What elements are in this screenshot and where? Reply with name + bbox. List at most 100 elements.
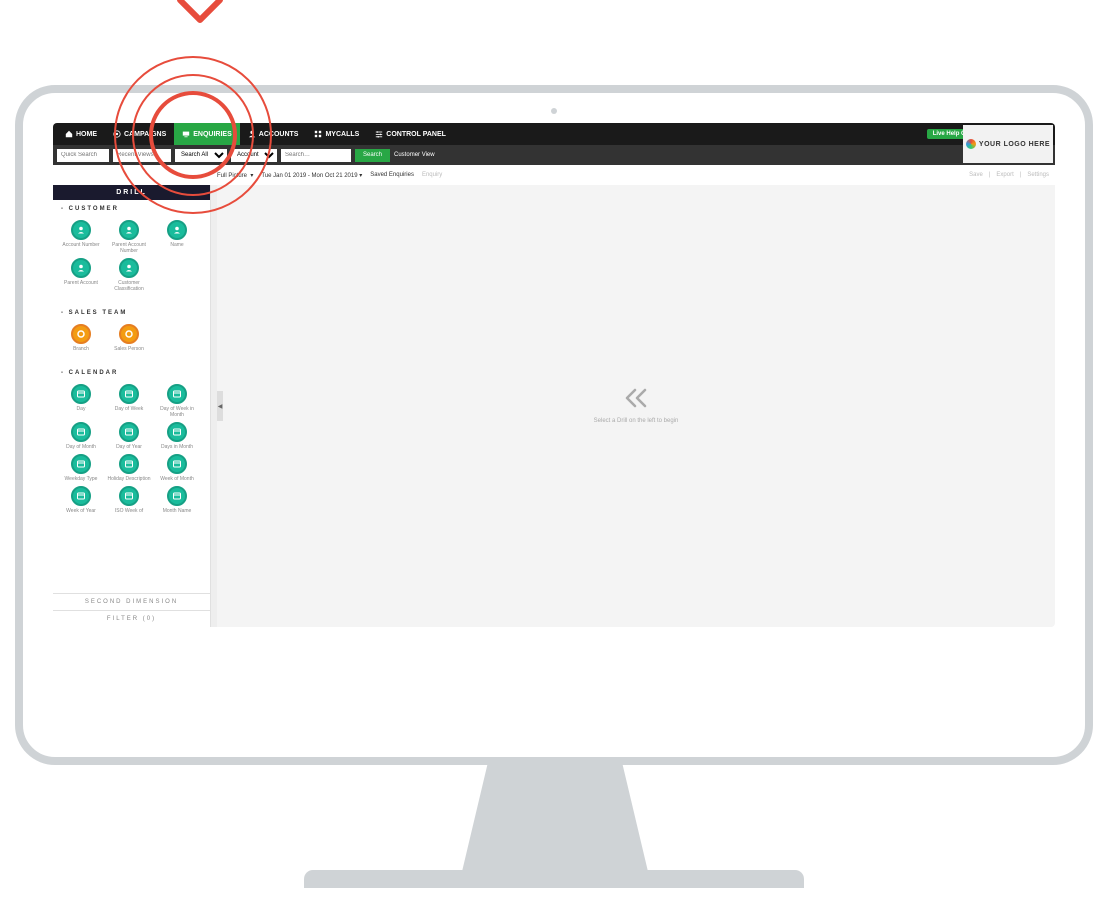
placeholder-text: Select a Drill on the left to begin: [594, 418, 679, 424]
person-icon: [119, 220, 139, 240]
filter-button[interactable]: FILTER (0): [53, 610, 210, 627]
nav-control-panel[interactable]: CONTROL PANEL: [367, 123, 454, 145]
drill-item[interactable]: Weekday Type: [57, 454, 105, 482]
sidebar-body[interactable]: CUSTOMERAccount NumberParent Account Num…: [53, 200, 210, 593]
drill-item[interactable]: Day of Month: [57, 422, 105, 450]
section-head[interactable]: CUSTOMER: [53, 200, 210, 218]
drill-label: Account Number: [57, 242, 105, 248]
drill-item[interactable]: Week of Month: [153, 454, 201, 482]
search-all-select[interactable]: Search All: [175, 149, 227, 162]
drill-label: Sales Person: [105, 346, 153, 352]
drill-item[interactable]: Sales Person: [105, 324, 153, 352]
drill-label: ISO Week of: [105, 508, 153, 514]
quick-search-input[interactable]: [57, 149, 109, 162]
monitor-frame: HOME CAMPAIGNS ENQUIRIES ACCOUNTS MYCALL…: [15, 85, 1093, 765]
drill-label: Week of Year: [57, 508, 105, 514]
drill-item[interactable]: Day of Week in Month: [153, 384, 201, 418]
calendar-icon: [71, 454, 91, 474]
calendar-icon: [119, 422, 139, 442]
drill-label: Holiday Description: [105, 476, 153, 482]
drill-item[interactable]: Parent Account Number: [105, 220, 153, 254]
person-icon: [248, 130, 256, 138]
collapse-sidebar-handle[interactable]: ◀: [217, 391, 223, 421]
nav-mycalls[interactable]: MYCALLS: [306, 123, 367, 145]
calendar-icon: [71, 486, 91, 506]
search-bar: Search All Account Search Customer View: [53, 145, 1055, 165]
drill-item[interactable]: Day of Year: [105, 422, 153, 450]
nav-label: MYCALLS: [325, 131, 359, 138]
drill-label: Day of Year: [105, 444, 153, 450]
sub-toolbar: Full Picture ▾ Tue Jan 01 2019 - Mon Oct…: [53, 165, 1055, 185]
logo-swirl-icon: [966, 139, 976, 149]
account-select[interactable]: Account: [231, 149, 277, 162]
enquiry-label: Enquiry: [422, 172, 442, 178]
person-icon: [119, 258, 139, 278]
calendar-icon: [167, 384, 187, 404]
sidebar-header: DRILL: [53, 185, 210, 200]
calendar-icon: [167, 486, 187, 506]
drill-item[interactable]: Branch: [57, 324, 105, 352]
drill-label: Parent Account: [57, 280, 105, 286]
drill-label: Week of Month: [153, 476, 201, 482]
recent-views-input[interactable]: [113, 149, 171, 162]
drill-item[interactable]: Customer Classification: [105, 258, 153, 292]
nav-enquiries[interactable]: ENQUIRIES: [174, 123, 240, 145]
save-link[interactable]: Save: [969, 172, 983, 178]
drill-item[interactable]: Holiday Description: [105, 454, 153, 482]
drill-item[interactable]: Days in Month: [153, 422, 201, 450]
drill-item[interactable]: Name: [153, 220, 201, 254]
full-picture-select[interactable]: Full Picture ▾: [217, 172, 253, 179]
nav-home[interactable]: HOME: [57, 123, 105, 145]
calendar-icon: [167, 422, 187, 442]
target-icon: [113, 130, 121, 138]
drill-item[interactable]: Day: [57, 384, 105, 418]
drill-item[interactable]: ISO Week of: [105, 486, 153, 514]
second-dimension-button[interactable]: SECOND DIMENSION: [53, 593, 210, 610]
nav-label: ENQUIRIES: [193, 131, 232, 138]
screen-content: HOME CAMPAIGNS ENQUIRIES ACCOUNTS MYCALL…: [53, 123, 1055, 627]
drill-label: Days in Month: [153, 444, 201, 450]
content-area: DRILL CUSTOMERAccount NumberParent Accou…: [53, 185, 1055, 627]
section-head[interactable]: CALENDAR: [53, 364, 210, 382]
section-head[interactable]: SALES TEAM: [53, 304, 210, 322]
nav-accounts[interactable]: ACCOUNTS: [240, 123, 307, 145]
person-icon: [71, 220, 91, 240]
drill-label: Customer Classification: [105, 280, 153, 292]
drill-sidebar: DRILL CUSTOMERAccount NumberParent Accou…: [53, 185, 211, 627]
date-range-select[interactable]: Tue Jan 01 2019 - Mon Oct 21 2019 ▾: [261, 172, 362, 179]
camera-dot: [551, 108, 557, 114]
nav-campaigns[interactable]: CAMPAIGNS: [105, 123, 174, 145]
drill-label: Name: [153, 242, 201, 248]
drill-item[interactable]: Week of Year: [57, 486, 105, 514]
customer-view-link[interactable]: Customer View: [394, 152, 435, 158]
person-icon: [167, 220, 187, 240]
nav-label: CAMPAIGNS: [124, 131, 166, 138]
drill-label: Day of Month: [57, 444, 105, 450]
screen-icon: [182, 130, 190, 138]
drill-item[interactable]: Parent Account: [57, 258, 105, 292]
drill-item[interactable]: Month Name: [153, 486, 201, 514]
chevrons-left-icon: [623, 388, 649, 414]
settings-link[interactable]: Settings: [1027, 172, 1049, 178]
calendar-icon: [119, 384, 139, 404]
drill-label: Month Name: [153, 508, 201, 514]
home-icon: [65, 130, 73, 138]
nav-label: CONTROL PANEL: [386, 131, 446, 138]
drill-label: Day of Week: [105, 406, 153, 412]
drill-item[interactable]: Account Number: [57, 220, 105, 254]
drill-label: Weekday Type: [57, 476, 105, 482]
top-navigation: HOME CAMPAIGNS ENQUIRIES ACCOUNTS MYCALL…: [53, 123, 1055, 145]
circle-icon: [71, 324, 91, 344]
logo-text: YOUR LOGO HERE: [979, 141, 1050, 148]
drill-grid: Account NumberParent Account NumberName P…: [53, 218, 210, 304]
calendar-icon: [119, 454, 139, 474]
person-icon: [71, 258, 91, 278]
drill-label: Branch: [57, 346, 105, 352]
highlight-chevron-icon: [170, 0, 230, 35]
drill-item[interactable]: Day of Week: [105, 384, 153, 418]
export-link[interactable]: Export: [996, 172, 1013, 178]
monitor-base: [304, 870, 804, 888]
search-text-input[interactable]: [281, 149, 351, 162]
saved-enquiries-link[interactable]: Saved Enquiries: [370, 172, 414, 178]
search-button[interactable]: Search: [355, 149, 390, 162]
